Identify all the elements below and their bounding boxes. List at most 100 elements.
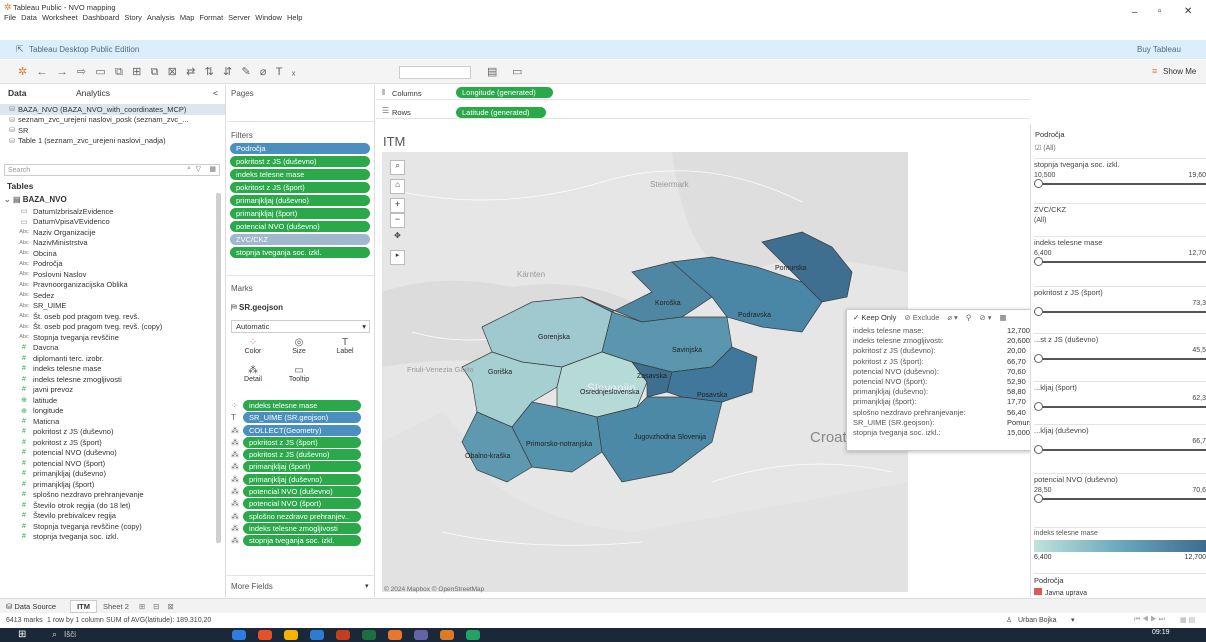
- presentation-icon[interactable]: ▤: [487, 65, 497, 78]
- field-item[interactable]: # potencial NVO (duševno): [18, 448, 214, 459]
- field-item[interactable]: # Davcna: [18, 343, 214, 354]
- buy-tableau-link[interactable]: Buy Tableau: [1137, 45, 1181, 54]
- filter-pill[interactable]: Področja: [230, 143, 370, 154]
- filter-pill[interactable]: indeks telesne mase: [230, 169, 370, 180]
- datasource-item[interactable]: ⛁ SR: [0, 125, 225, 136]
- filter-slider[interactable]: ...st z JS (duševno) 45,5: [1034, 333, 1206, 363]
- more-fields-dropdown[interactable]: More Fields: [231, 582, 273, 591]
- detail-button[interactable]: ⁂ Detail: [231, 365, 275, 383]
- marks-pill[interactable]: primanjkljaj (šport): [243, 461, 361, 473]
- windows-start-icon[interactable]: ⊞: [18, 629, 26, 640]
- field-item[interactable]: # indeks telesne zmogljivosti: [18, 374, 214, 385]
- field-item[interactable]: Abc NazivMinistrstva: [18, 238, 214, 249]
- sets-icon[interactable]: ⊘ ▾: [979, 313, 991, 322]
- slider-handle[interactable]: [1034, 257, 1043, 266]
- marks-pill[interactable]: pokritost z JS (duševno): [243, 449, 361, 461]
- filter-fields-icon[interactable]: ▽: [196, 165, 201, 173]
- slider-track[interactable]: [1034, 354, 1206, 363]
- redo-icon[interactable]: →: [57, 66, 68, 78]
- field-item[interactable]: Abc Stopnja tveganja revščine: [18, 332, 214, 343]
- size-button[interactable]: ◎ Size: [277, 337, 321, 355]
- sort-desc-icon[interactable]: ⇵: [223, 65, 232, 78]
- slider-handle[interactable]: [1034, 307, 1043, 316]
- minimize-button[interactable]: –: [1132, 7, 1138, 18]
- slider-track[interactable]: [1034, 179, 1206, 188]
- tab-data[interactable]: Data: [8, 88, 26, 98]
- app-icon-4[interactable]: [310, 630, 324, 640]
- chevron-down-icon[interactable]: ▾: [365, 582, 369, 590]
- field-item[interactable]: # javni prevoz: [18, 385, 214, 396]
- marks-pill[interactable]: SR_UIME (SR.geojson): [243, 412, 361, 424]
- field-item[interactable]: # stopnja tveganja soc. izkl.: [18, 532, 214, 543]
- columns-pill[interactable]: Longitude (generated): [456, 87, 553, 98]
- taskbar-search-icon[interactable]: ⌕: [52, 629, 57, 640]
- slider-handle[interactable]: [1034, 179, 1043, 188]
- chevron-down-icon[interactable]: ▾: [1071, 616, 1075, 624]
- field-item[interactable]: Abc Sedez: [18, 290, 214, 301]
- field-item[interactable]: # Število otrok regija (do 18 let): [18, 500, 214, 511]
- filter-slider[interactable]: stopnja tveganja soc. izkl. 10,500 19,60: [1034, 158, 1206, 188]
- menu-item[interactable]: Window: [255, 13, 282, 22]
- filter-pill[interactable]: primanjkljaj (šport): [230, 208, 370, 219]
- zoom-in-icon[interactable]: +: [390, 198, 405, 213]
- field-item[interactable]: ⊕ longitude: [18, 406, 214, 417]
- slider-track[interactable]: [1034, 257, 1206, 266]
- filter-pill[interactable]: primanjkljaj (duševno): [230, 195, 370, 206]
- new-worksheet-icon[interactable]: ⊞: [132, 65, 141, 78]
- pane-scrollbar[interactable]: [216, 193, 221, 543]
- app-icon-3[interactable]: [284, 630, 298, 640]
- field-item[interactable]: ⊕ latitude: [18, 395, 214, 406]
- field-item[interactable]: # primanjkljaj (šport): [18, 479, 214, 490]
- group-icon[interactable]: ⌀: [260, 65, 267, 78]
- expand-table-icon[interactable]: ⌄: [4, 195, 11, 204]
- user-name[interactable]: Urban Bojka: [1018, 617, 1057, 624]
- group-members-icon[interactable]: ⌀ ▾: [947, 313, 957, 322]
- menu-item[interactable]: Story: [124, 13, 142, 22]
- format-icon[interactable]: ₓ: [292, 66, 296, 78]
- field-item[interactable]: ▭ DatumVpisaVEvidenco: [18, 217, 214, 228]
- filter-pill[interactable]: potencial NVO (duševno): [230, 221, 370, 232]
- filter-slider[interactable]: pokritost z JS (šport) 73,3: [1034, 286, 1206, 316]
- maximize-button[interactable]: ▫: [1158, 6, 1162, 17]
- label-button[interactable]: T Label: [323, 337, 367, 355]
- expand-toolbar-icon[interactable]: ▸: [390, 250, 405, 265]
- view-options-icon[interactable]: ▦: [209, 165, 216, 173]
- legend-gradient[interactable]: [1034, 540, 1206, 552]
- search-icon[interactable]: ⌕: [187, 165, 191, 173]
- zoom-out-icon[interactable]: −: [390, 213, 405, 228]
- fit-dropdown[interactable]: [399, 66, 471, 79]
- filter-pill[interactable]: ZVC/CKZ: [230, 234, 370, 245]
- menu-item[interactable]: File: [4, 13, 16, 22]
- slider-handle[interactable]: [1034, 445, 1043, 454]
- mark-type-dropdown[interactable]: Automatic ▾: [231, 320, 370, 333]
- search-field[interactable]: Search ⌕ ▽ ▦: [4, 164, 220, 176]
- new-datasource-icon[interactable]: ⧉: [115, 66, 123, 79]
- marks-pill[interactable]: indeks telesne zmogljivosti: [243, 522, 361, 534]
- exclude-button[interactable]: ⊘ Exclude: [904, 313, 939, 322]
- field-item[interactable]: # pokritost z JS (šport): [18, 437, 214, 448]
- field-item[interactable]: Abc Poslovni Naslov: [18, 269, 214, 280]
- field-item[interactable]: Abc Obcina: [18, 248, 214, 259]
- menu-item[interactable]: Help: [287, 13, 302, 22]
- app-icon-1[interactable]: [232, 630, 246, 640]
- filter-pill[interactable]: stopnja tveganja soc. izkl.: [230, 247, 370, 258]
- app-icon-10[interactable]: [466, 630, 480, 640]
- new-worksheet-icon[interactable]: ⊞: [139, 602, 145, 611]
- tab-itm[interactable]: ITM: [70, 599, 98, 613]
- table-name[interactable]: BAZA_NVO: [23, 195, 67, 204]
- home-icon[interactable]: ⌂: [390, 179, 405, 194]
- show-me-button[interactable]: Show Me: [1163, 67, 1196, 76]
- clear-sheet-icon[interactable]: ⊠: [168, 65, 177, 78]
- filter-slider[interactable]: ...kljaj (duševno) 66,7: [1034, 424, 1206, 454]
- field-item[interactable]: ▭ DatumIzbrisalzEvidence: [18, 206, 214, 217]
- tab-sheet-2[interactable]: Sheet 2: [97, 601, 135, 612]
- marks-pill[interactable]: splošno nezdravo prehranjev..: [243, 510, 361, 522]
- marks-pill[interactable]: potencial NVO (šport): [243, 498, 361, 510]
- tooltip-button[interactable]: ▭ Tooltip: [277, 365, 321, 383]
- field-item[interactable]: # diplomanti terc. izobr.: [18, 353, 214, 364]
- menu-item[interactable]: Server: [228, 13, 250, 22]
- filter-slider[interactable]: ...kljaj (šport) 62,3: [1034, 381, 1206, 411]
- pan-tool-icon[interactable]: ✥: [390, 231, 405, 246]
- field-item[interactable]: # primanjkljaj (duševno): [18, 469, 214, 480]
- slider-handle[interactable]: [1034, 402, 1043, 411]
